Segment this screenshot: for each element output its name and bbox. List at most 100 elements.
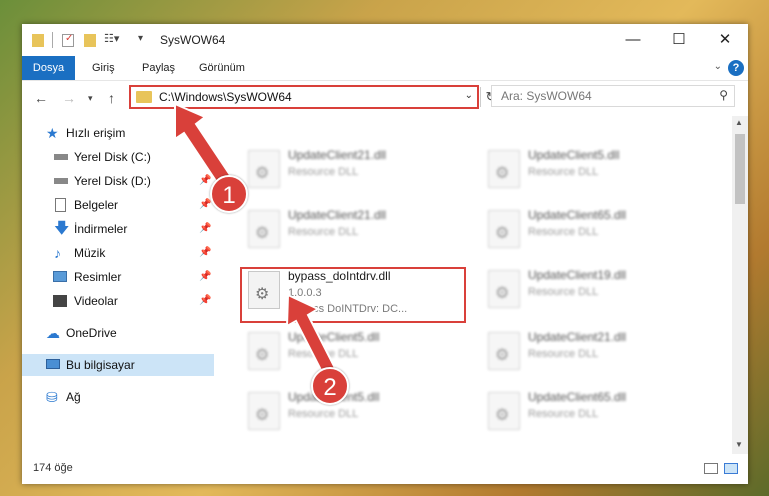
dll-file-icon: ⚙ (488, 210, 520, 248)
file-name: UpdateClient21.dll (528, 330, 627, 344)
new-folder-icon[interactable] (84, 34, 96, 47)
tab-view[interactable]: Görünüm (199, 56, 245, 80)
file-description: Resource DLL (528, 166, 599, 178)
nav-item-this-pc[interactable]: Bu bilgisayar (22, 354, 214, 376)
file-name: UpdateClient65.dll (528, 390, 627, 404)
nav-item-music[interactable]: ♪ Müzik 📌 (22, 242, 214, 264)
details-view-icon[interactable] (704, 463, 718, 474)
back-arrow-icon[interactable]: ← (34, 90, 48, 106)
file-description: Resource DLL (288, 226, 359, 238)
scroll-down-icon[interactable]: ▼ (735, 440, 743, 449)
nav-label: Videolar (74, 294, 118, 308)
document-icon (55, 198, 66, 212)
nav-item-network[interactable]: ⛁ Ağ (22, 386, 214, 408)
file-item[interactable]: ⚙ UpdateClient19.dll Resource DLL (480, 266, 700, 322)
nav-label: İndirmeler (74, 222, 128, 236)
computer-icon (46, 359, 60, 369)
large-icons-view-icon[interactable] (724, 463, 738, 474)
address-dropdown-icon[interactable]: ⌄ (465, 90, 473, 101)
file-item[interactable]: ⚙ UpdateClient5.dll Resource DLL (480, 146, 700, 202)
nav-item-pictures[interactable]: Resimler 📌 (22, 266, 214, 288)
file-name: UpdateClient21.dll (288, 208, 387, 222)
pin-icon[interactable]: 📌 (199, 218, 211, 240)
video-icon (53, 295, 67, 307)
file-item[interactable]: ⚙ UpdateClient65.dll Resource DLL (480, 206, 700, 262)
search-placeholder: Ara: SysWOW64 (501, 89, 592, 103)
nav-item-downloads[interactable]: 🡇 İndirmeler 📌 (22, 218, 214, 240)
nav-label: Resimler (74, 270, 122, 284)
dll-file-icon: ⚙ (248, 332, 280, 370)
nav-item-local-disk-c[interactable]: Yerel Disk (C:) (22, 146, 214, 168)
pin-icon[interactable]: 📌 (199, 242, 211, 264)
recent-locations-icon[interactable]: ▾ (88, 93, 93, 104)
highlight-box (240, 267, 466, 323)
ribbon: Dosya Giriş Paylaş Görünüm ⌄ ? (22, 56, 748, 81)
properties-icon[interactable]: ✓ (62, 33, 74, 47)
minimize-button[interactable]: — (610, 24, 656, 56)
tab-share[interactable]: Paylaş (142, 56, 175, 80)
dll-file-icon: ⚙ (248, 210, 280, 248)
file-item[interactable]: ⚙ UpdateClient5.dll Resource DLL (240, 328, 460, 384)
navigation-pane: ★ Hızlı erişim Yerel Disk (C:) Yerel Dis… (22, 116, 214, 454)
file-description: Resource DLL (288, 166, 359, 178)
scroll-thumb[interactable] (735, 134, 745, 204)
file-name: UpdateClient5.dll (288, 330, 380, 344)
status-bar: 174 öğe (22, 454, 748, 484)
explorer-window: ✓ ☷▾ ▾ SysWOW64 — ☐ ✕ Dosya Giriş Paylaş… (22, 24, 748, 484)
file-item[interactable]: ⚙ UpdateClient65.dll Resource DLL (480, 388, 700, 444)
tab-file[interactable]: Dosya (22, 56, 75, 80)
title-bar: ✓ ☷▾ ▾ SysWOW64 — ☐ ✕ (22, 24, 748, 56)
nav-item-quick-access[interactable]: ★ Hızlı erişim (22, 122, 214, 144)
address-path: C:\Windows\SysWOW64 (159, 90, 292, 104)
nav-label: Hızlı erişim (66, 126, 126, 140)
separator-icon (52, 32, 53, 48)
address-bar[interactable]: C:\Windows\SysWOW64 ⌄ ↻ (129, 85, 496, 109)
star-icon: ★ (46, 125, 59, 141)
drive-icon (54, 178, 68, 184)
window-title: SysWOW64 (160, 33, 226, 47)
search-input[interactable]: Ara: SysWOW64 ⚲ (491, 85, 735, 107)
scroll-up-icon[interactable]: ▲ (735, 118, 743, 127)
pin-icon[interactable]: 📌 (199, 290, 211, 312)
dll-file-icon: ⚙ (488, 150, 520, 188)
download-icon: 🡇 (54, 220, 70, 237)
file-description: Resource DLL (528, 348, 599, 360)
forward-arrow-icon[interactable]: → (62, 90, 76, 106)
folder-icon[interactable] (32, 34, 44, 47)
nav-item-onedrive[interactable]: ☁ OneDrive (22, 322, 214, 344)
file-name: UpdateClient21.dll (288, 148, 387, 162)
collapse-ribbon-icon[interactable]: ⌄ (714, 61, 722, 72)
file-description: Resource DLL (288, 408, 359, 420)
nav-item-videos[interactable]: Videolar 📌 (22, 290, 214, 312)
file-name: UpdateClient5.dll (528, 148, 620, 162)
cloud-icon: ☁ (46, 325, 60, 341)
nav-label: Belgeler (74, 198, 119, 212)
tab-home[interactable]: Giriş (92, 56, 115, 80)
nav-item-documents[interactable]: Belgeler 📌 (22, 194, 214, 216)
file-item[interactable]: ⚙ UpdateClient5.dll Resource DLL (240, 388, 460, 444)
close-button[interactable]: ✕ (702, 24, 748, 56)
file-description: Resource DLL (528, 408, 599, 420)
up-arrow-icon[interactable]: ↑ (108, 90, 115, 106)
dll-file-icon: ⚙ (488, 270, 520, 308)
file-list: ⚙ UpdateClient21.dll Resource DLL ⚙ Upda… (222, 116, 732, 454)
help-icon[interactable]: ? (728, 60, 744, 76)
network-icon: ⛁ (46, 389, 58, 405)
step-2-badge: 2 (311, 367, 349, 405)
step-1-badge: 1 (210, 175, 248, 213)
nav-label: Müzik (74, 246, 106, 260)
file-item[interactable]: ⚙ UpdateClient21.dll Resource DLL (480, 328, 700, 384)
customize-toolbar-icon[interactable]: ☷▾ (104, 32, 119, 48)
file-item[interactable]: ⚙ UpdateClient21.dll Resource DLL (240, 206, 460, 262)
nav-item-local-disk-d[interactable]: Yerel Disk (D:) 📌 (22, 170, 214, 192)
music-icon: ♪ (54, 245, 61, 261)
pin-icon[interactable]: 📌 (199, 266, 211, 288)
toolbar-dropdown-icon[interactable]: ▾ (138, 33, 143, 49)
vertical-scrollbar[interactable]: ▲ ▼ (732, 116, 748, 454)
file-item[interactable]: ⚙ UpdateClient21.dll Resource DLL (240, 146, 460, 202)
dll-file-icon: ⚙ (488, 392, 520, 430)
nav-label: Yerel Disk (C:) (74, 150, 151, 164)
maximize-button[interactable]: ☐ (656, 24, 702, 56)
search-icon: ⚲ (719, 88, 728, 102)
nav-label: Bu bilgisayar (66, 358, 135, 372)
